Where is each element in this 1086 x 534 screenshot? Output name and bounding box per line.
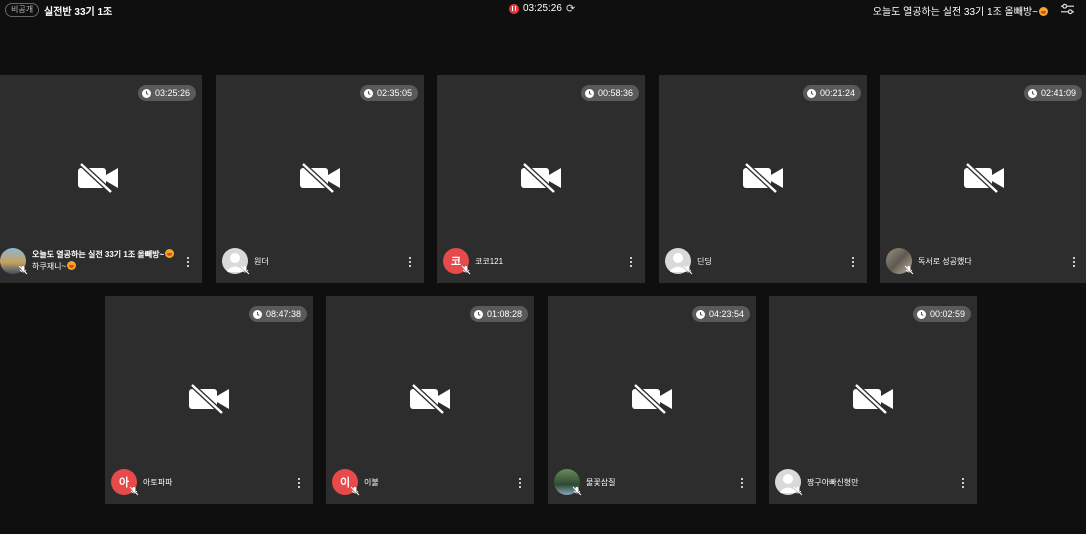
study-timer: 04:23:54 xyxy=(691,306,750,322)
study-timer: 03:25:26 xyxy=(137,85,196,101)
room-title: 실전반 33기 1조 xyxy=(44,7,113,18)
participant-name: 원더 xyxy=(254,257,269,266)
record-time: 03:25:26 xyxy=(523,3,562,14)
more-vertical-icon[interactable] xyxy=(187,257,190,269)
more-vertical-icon[interactable] xyxy=(409,257,412,269)
mic-off-icon xyxy=(18,265,28,275)
mic-off-icon xyxy=(904,265,914,275)
mic-off-icon xyxy=(793,486,803,496)
top-bar: 비공개 실전반 33기 1조 03:25:26 ⟳ 오늘도 열공하는 실전 33… xyxy=(0,0,1086,18)
participant-name: 딘딩 xyxy=(697,257,712,266)
mic-off-icon xyxy=(350,486,360,496)
study-time: 02:35:05 xyxy=(376,88,412,98)
video-off-icon xyxy=(189,384,229,414)
settings-sliders-icon[interactable] xyxy=(1061,3,1074,15)
video-off-icon xyxy=(300,163,340,193)
participant-name: 독서로 성공했다 xyxy=(918,257,972,266)
clock-icon xyxy=(1027,88,1037,98)
private-badge: 비공개 xyxy=(5,3,40,17)
study-timer: 02:41:09 xyxy=(1023,85,1082,101)
participant-tile[interactable]: 04:23:54 물꽃삽질 xyxy=(548,296,756,504)
record-pause-icon[interactable] xyxy=(509,3,519,14)
tile-footer: 코 코코121 xyxy=(443,248,639,276)
participant-name: 짱구아빠신형만 xyxy=(807,478,859,487)
mic-off-icon xyxy=(240,265,250,275)
tile-footer: 독서로 성공했다 xyxy=(886,248,1082,276)
mic-off-icon xyxy=(572,486,582,496)
clock-icon xyxy=(584,88,594,98)
study-timer: 00:58:36 xyxy=(580,85,639,101)
clock-icon xyxy=(473,309,483,319)
video-off-icon xyxy=(632,384,672,414)
mic-off-icon xyxy=(683,265,693,275)
tile-footer: 물꽃삽질 xyxy=(554,469,750,497)
emoji-icon xyxy=(165,249,175,258)
participant-tile[interactable]: 02:41:09 독서로 성공했다 xyxy=(880,75,1086,283)
more-vertical-icon[interactable] xyxy=(852,257,855,269)
video-off-icon xyxy=(78,163,118,193)
clock-icon xyxy=(806,88,816,98)
tile-footer: 딘딩 xyxy=(665,248,861,276)
record-timer: 03:25:26 ⟳ xyxy=(509,3,575,14)
study-timer: 00:02:59 xyxy=(912,306,971,322)
study-time: 01:08:28 xyxy=(486,309,522,319)
study-time: 00:02:59 xyxy=(929,309,965,319)
study-time: 00:58:36 xyxy=(597,88,633,98)
clock-icon xyxy=(695,309,705,319)
participant-tile[interactable]: 00:21:24 딘딩 xyxy=(659,75,867,283)
participant-name: 이불 xyxy=(364,478,379,487)
room-notice-text: 오늘도 열공하는 실전 33기 1조 올빼방~ xyxy=(872,7,1038,18)
video-off-icon xyxy=(743,163,783,193)
refresh-icon[interactable]: ⟳ xyxy=(566,3,575,14)
study-timer: 08:47:38 xyxy=(248,306,307,322)
video-off-icon xyxy=(521,163,561,193)
tile-footer: 이 이불 xyxy=(332,469,528,497)
study-time: 08:47:38 xyxy=(265,309,301,319)
participant-tile[interactable]: 01:08:28 이 이불 xyxy=(326,296,534,504)
clock-icon xyxy=(363,88,373,98)
tile-footer: 아 아토파파 xyxy=(111,469,307,497)
clock-icon xyxy=(252,309,262,319)
participant-tile[interactable]: 00:58:36 코 코코121 xyxy=(437,75,645,283)
participant-name: 아토파파 xyxy=(143,478,173,487)
participant-subname: 하쿠재니~ xyxy=(32,262,67,271)
study-time: 04:23:54 xyxy=(708,309,744,319)
participant-tile[interactable]: 02:35:05 원더 xyxy=(216,75,424,283)
clock-icon xyxy=(916,309,926,319)
tile-footer: 짱구아빠신형만 xyxy=(775,469,971,497)
emoji-icon xyxy=(67,261,77,270)
more-vertical-icon[interactable] xyxy=(1073,257,1076,269)
emoji-icon xyxy=(1039,7,1048,16)
participant-tile[interactable]: 08:47:38 아 아토파파 xyxy=(105,296,313,504)
video-off-icon xyxy=(964,163,1004,193)
participant-name-line: 오늘도 열공하는 실전 33기 1조 올빼방~ xyxy=(32,249,175,261)
tile-footer: 오늘도 열공하는 실전 33기 1조 올빼방~ 하쿠재니~ xyxy=(0,248,196,276)
study-time: 00:21:24 xyxy=(819,88,855,98)
participant-tile[interactable]: 03:25:26 오늘도 열공하는 실전 33기 1조 올빼방~ 하쿠재니~ xyxy=(0,75,202,283)
more-vertical-icon[interactable] xyxy=(630,257,633,269)
mic-off-icon xyxy=(129,486,139,496)
study-timer: 00:21:24 xyxy=(802,85,861,101)
tile-footer: 원더 xyxy=(222,248,418,276)
more-vertical-icon[interactable] xyxy=(741,478,744,490)
video-off-icon xyxy=(853,384,893,414)
participant-tile[interactable]: 00:02:59 짱구아빠신형만 xyxy=(769,296,977,504)
participant-name: 코코121 xyxy=(475,257,504,266)
video-off-icon xyxy=(410,384,450,414)
participant-name: 오늘도 열공하는 실전 33기 1조 올빼방~ 하쿠재니~ xyxy=(32,249,175,273)
study-timer: 02:35:05 xyxy=(359,85,418,101)
more-vertical-icon[interactable] xyxy=(519,478,522,490)
mic-off-icon xyxy=(461,265,471,275)
study-timer: 01:08:28 xyxy=(469,306,528,322)
room-notice: 오늘도 열공하는 실전 33기 1조 올빼방~ xyxy=(873,3,1048,18)
study-time: 02:41:09 xyxy=(1040,88,1076,98)
participant-name: 물꽃삽질 xyxy=(586,478,616,487)
more-vertical-icon[interactable] xyxy=(962,478,965,490)
more-vertical-icon[interactable] xyxy=(298,478,301,490)
clock-icon xyxy=(141,88,151,98)
study-time: 03:25:26 xyxy=(154,88,190,98)
